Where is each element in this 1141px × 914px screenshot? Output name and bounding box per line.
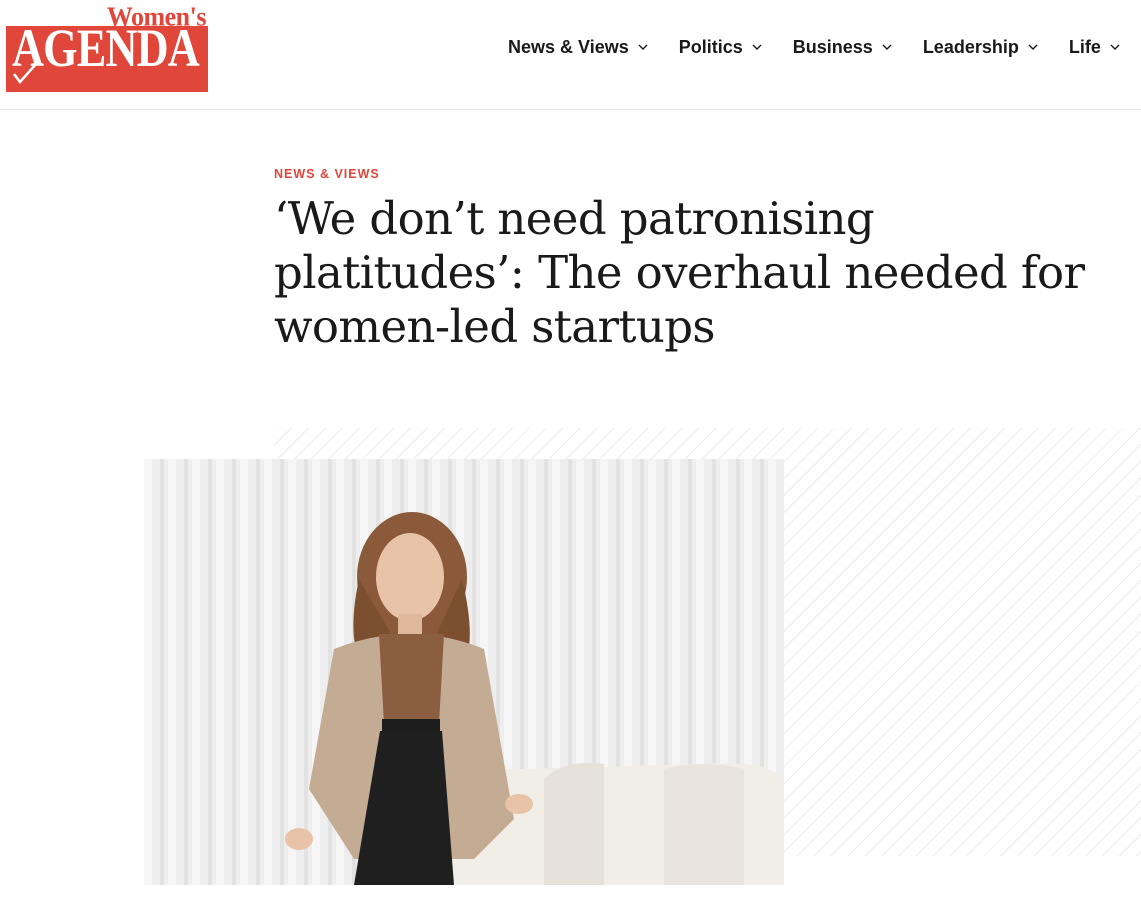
site-logo[interactable]: Women's AGENDA [6, 3, 208, 92]
article-category[interactable]: NEWS & VIEWS [274, 167, 380, 181]
chevron-down-icon [1028, 44, 1038, 50]
chevron-down-icon [1110, 44, 1120, 50]
hero-image [144, 459, 784, 885]
nav-item-life[interactable]: Life [1069, 37, 1121, 58]
nav-item-politics[interactable]: Politics [679, 37, 763, 58]
nav-item-label: Politics [678, 36, 743, 57]
nav-item-label: Leadership [922, 36, 1019, 57]
nav-item-label: News & Views [508, 36, 629, 57]
logo-agenda-text: AGENDA [12, 18, 200, 78]
nav-item-label: Life [1068, 36, 1101, 57]
chevron-down-icon [752, 44, 762, 50]
article-title: ‘We don’t need patronising platitudes’: … [274, 192, 1085, 353]
site-header: Women's AGENDA News & Views Politics Bus… [0, 0, 1141, 110]
hero-photo-illustration [144, 459, 784, 885]
nav-item-leadership[interactable]: Leadership [923, 37, 1039, 58]
page: Women's AGENDA News & Views Politics Bus… [0, 0, 1141, 914]
nav-item-label: Business [792, 36, 873, 57]
nav-item-news-views[interactable]: News & Views [508, 37, 649, 58]
main-nav: News & Views Politics Business Leadershi… [508, 34, 1141, 60]
nav-item-business[interactable]: Business [793, 37, 893, 58]
chevron-down-icon [882, 44, 892, 50]
chevron-down-icon [638, 44, 648, 50]
logo-check-icon [13, 63, 37, 84]
